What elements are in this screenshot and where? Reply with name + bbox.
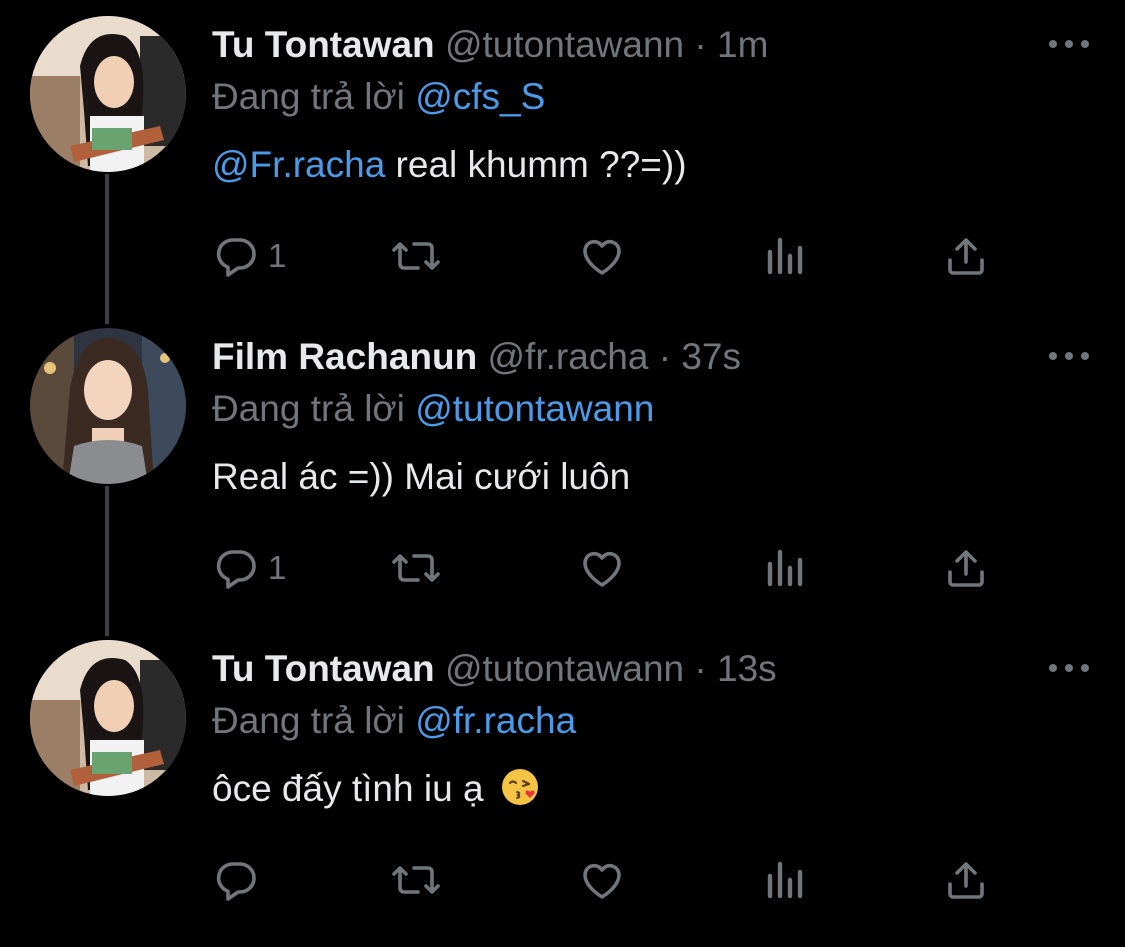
display-name[interactable]: Tu Tontawan bbox=[212, 24, 435, 65]
separator-dot: · bbox=[658, 336, 672, 377]
views-button[interactable] bbox=[764, 230, 808, 282]
tweet-header: Tu Tontawan @tutontawann · 13s bbox=[212, 646, 777, 692]
share-button[interactable] bbox=[942, 854, 990, 906]
share-icon bbox=[942, 232, 990, 280]
more-icon[interactable] bbox=[1049, 346, 1089, 366]
tweet-actions: 1 bbox=[212, 230, 1002, 282]
retweet-button[interactable] bbox=[388, 230, 444, 282]
tweet[interactable]: Tu Tontawan @tutontawann · 1m Đang trả l… bbox=[0, 0, 1125, 312]
mention-link[interactable]: @Fr.racha bbox=[212, 144, 385, 185]
timestamp[interactable]: 37s bbox=[681, 336, 741, 377]
views-icon bbox=[764, 856, 808, 904]
separator-dot: · bbox=[694, 648, 707, 689]
tweet-header: Film Rachanun @fr.racha · 37s bbox=[212, 334, 741, 380]
tweet-text-content: ôce đấy tình iu ạ bbox=[212, 768, 484, 809]
share-button[interactable] bbox=[942, 230, 990, 282]
replying-to-mention[interactable]: @tutontawann bbox=[415, 388, 654, 429]
retweet-icon bbox=[388, 544, 444, 592]
display-name[interactable]: Film Rachanun bbox=[212, 336, 477, 377]
retweet-icon bbox=[388, 856, 444, 904]
share-button[interactable] bbox=[942, 542, 990, 594]
retweet-button[interactable] bbox=[388, 542, 444, 594]
views-button[interactable] bbox=[764, 854, 808, 906]
avatar[interactable] bbox=[30, 16, 186, 172]
replying-to-label: Đang trả lời bbox=[212, 700, 405, 741]
like-button[interactable] bbox=[578, 230, 626, 282]
reply-icon bbox=[212, 856, 260, 904]
reply-count: 1 bbox=[268, 237, 287, 274]
timestamp[interactable]: 13s bbox=[717, 648, 777, 689]
tweet-text: ôce đấy tình iu ạ bbox=[212, 764, 540, 814]
reply-icon bbox=[212, 544, 260, 592]
reply-button[interactable]: 1 bbox=[212, 230, 286, 282]
separator-dot: · bbox=[694, 24, 707, 65]
share-icon bbox=[942, 544, 990, 592]
replying-to: Đang trả lời @tutontawann bbox=[212, 386, 654, 432]
replying-to-mention[interactable]: @cfs_S bbox=[415, 76, 545, 117]
views-button[interactable] bbox=[764, 542, 808, 594]
like-button[interactable] bbox=[578, 542, 626, 594]
retweet-button[interactable] bbox=[388, 854, 444, 906]
reply-count: 1 bbox=[268, 549, 287, 586]
tweet-text: Real ác =)) Mai cưới luôn bbox=[212, 452, 630, 502]
like-icon bbox=[578, 544, 626, 592]
reply-icon bbox=[212, 232, 260, 280]
retweet-icon bbox=[388, 232, 444, 280]
user-handle[interactable]: @fr.racha bbox=[487, 336, 648, 377]
tweet-header: Tu Tontawan @tutontawann · 1m bbox=[212, 22, 768, 68]
tweet-text-content: real khumm ??=)) bbox=[385, 144, 687, 185]
user-handle[interactable]: @tutontawann bbox=[445, 24, 684, 65]
like-button[interactable] bbox=[578, 854, 626, 906]
tweet-text: @Fr.racha real khumm ??=)) bbox=[212, 140, 687, 190]
avatar[interactable] bbox=[30, 640, 186, 796]
views-icon bbox=[764, 544, 808, 592]
tweet[interactable]: Film Rachanun @fr.racha · 37s Đang trả l… bbox=[0, 312, 1125, 624]
like-icon bbox=[578, 856, 626, 904]
tweet-text-content: Real ác =)) Mai cưới luôn bbox=[212, 456, 631, 497]
timestamp[interactable]: 1m bbox=[717, 24, 768, 65]
reply-button[interactable]: 1 bbox=[212, 542, 286, 594]
replying-to: Đang trả lời @cfs_S bbox=[212, 74, 545, 120]
tweet[interactable]: Tu Tontawan @tutontawann · 13s Đang trả … bbox=[0, 624, 1125, 936]
like-icon bbox=[578, 232, 626, 280]
tweet-actions bbox=[212, 854, 1002, 906]
reply-button[interactable] bbox=[212, 854, 268, 906]
replying-to-label: Đang trả lời bbox=[212, 388, 405, 429]
replying-to: Đang trả lời @fr.racha bbox=[212, 698, 576, 744]
views-icon bbox=[764, 232, 808, 280]
tweet-actions: 1 bbox=[212, 542, 1002, 594]
more-icon[interactable] bbox=[1049, 658, 1089, 678]
share-icon bbox=[942, 856, 990, 904]
display-name[interactable]: Tu Tontawan bbox=[212, 648, 435, 689]
more-icon[interactable] bbox=[1049, 34, 1089, 54]
kissing-face-with-heart-emoji bbox=[500, 767, 540, 807]
user-handle[interactable]: @tutontawann bbox=[445, 648, 684, 689]
replying-to-label: Đang trả lời bbox=[212, 76, 405, 117]
avatar[interactable] bbox=[30, 328, 186, 484]
replying-to-mention[interactable]: @fr.racha bbox=[415, 700, 576, 741]
